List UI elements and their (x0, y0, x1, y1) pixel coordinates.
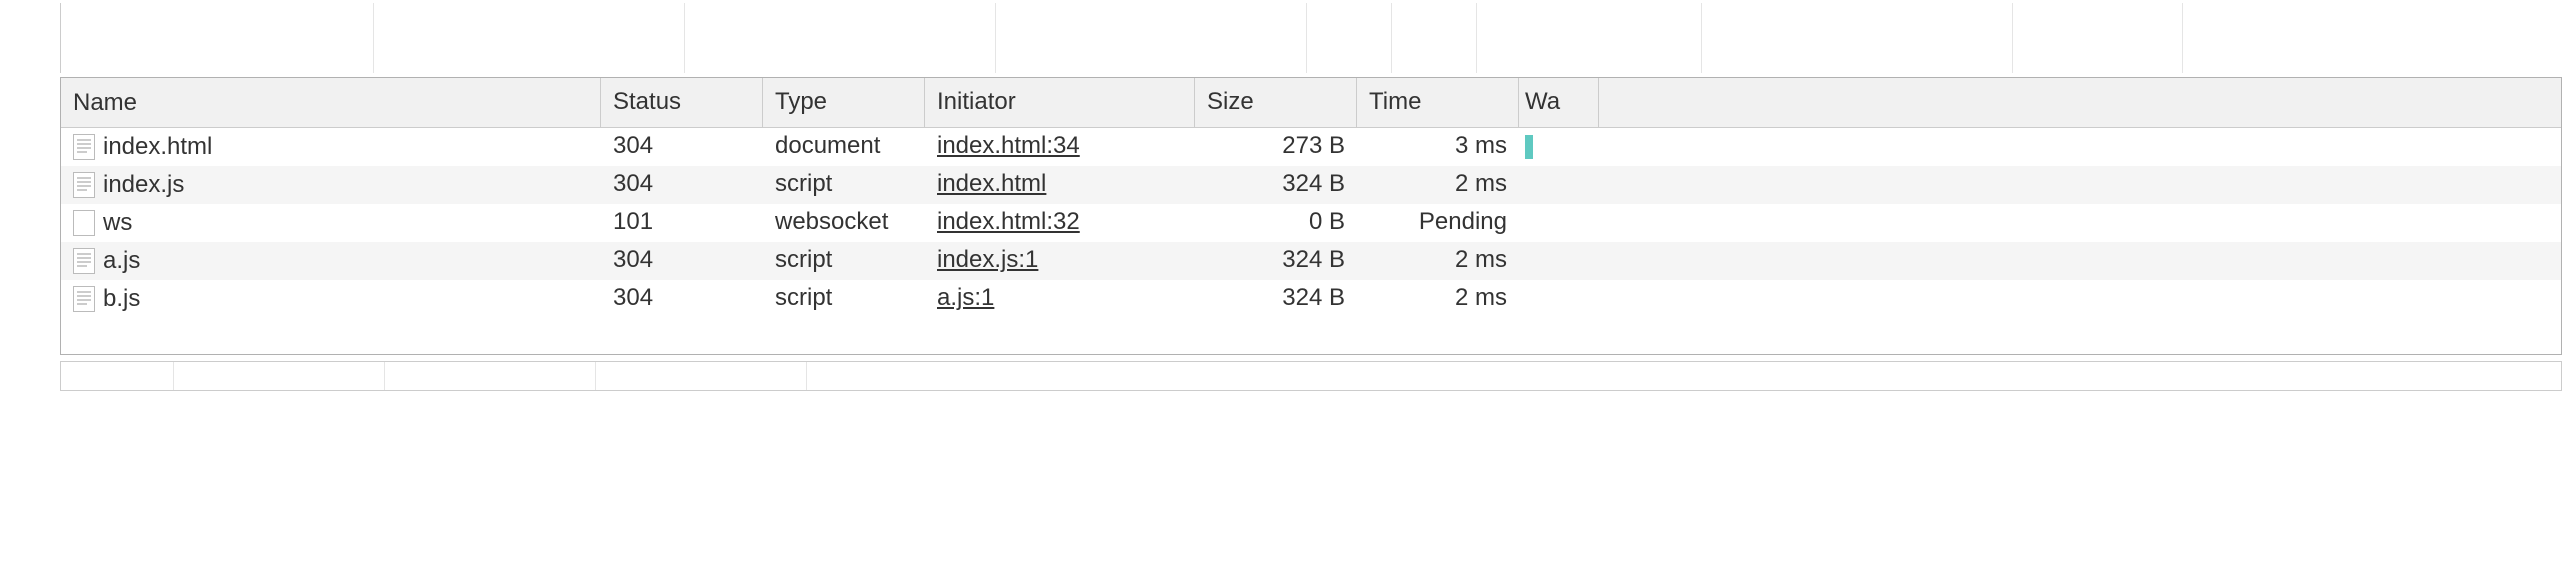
cell-time: Pending (1357, 204, 1519, 242)
waterfall-bar-icon (1525, 135, 1533, 159)
cell-time: 2 ms (1357, 242, 1519, 280)
table-row[interactable]: b.js 304script a.js:1 324 B2 ms (61, 280, 2561, 318)
file-name-label: b.js (103, 285, 140, 313)
timeline-overview-strip[interactable] (60, 3, 2562, 73)
table-row[interactable]: a.js 304script index.js:1 324 B2 ms (61, 242, 2561, 280)
file-doc-icon (73, 172, 95, 198)
cell-size: 273 B (1195, 128, 1357, 166)
cell-initiator: index.html:32 (925, 204, 1195, 242)
file-name-label: a.js (103, 247, 140, 275)
table-row[interactable]: index.html 304document index.html:34 273 B3… (61, 128, 2561, 166)
cell-waterfall (1519, 128, 1599, 166)
cell-name: index.js (61, 166, 601, 204)
cell-name: ws (61, 204, 601, 242)
cell-waterfall (1519, 280, 1599, 318)
file-name-label: index.js (103, 171, 184, 199)
summary-strip (60, 361, 2562, 391)
file-blank-icon (73, 210, 95, 236)
table-header-row: Name Status Type Initiator Size Time Wa (61, 78, 2561, 128)
initiator-link[interactable]: a.js:1 (937, 284, 994, 311)
column-header-time[interactable]: Time (1357, 78, 1519, 127)
cell-type: websocket (763, 204, 925, 242)
table-row[interactable]: ws 101websocket index.html:32 0 BPending (61, 204, 2561, 242)
cell-waterfall (1519, 166, 1599, 204)
cell-time: 2 ms (1357, 280, 1519, 318)
cell-type: document (763, 128, 925, 166)
timeline-segment (1702, 3, 2013, 73)
cell-name: a.js (61, 242, 601, 280)
timeline-segment (685, 3, 996, 73)
column-header-name[interactable]: Name (61, 78, 601, 127)
column-header-size[interactable]: Size (1195, 78, 1357, 127)
cell-initiator: index.html (925, 166, 1195, 204)
cell-status: 304 (601, 280, 763, 318)
column-header-status[interactable]: Status (601, 78, 763, 127)
file-name-label: index.html (103, 133, 212, 161)
cell-type: script (763, 166, 925, 204)
cell-initiator: index.js:1 (925, 242, 1195, 280)
timeline-segment (374, 3, 685, 73)
cell-initiator: a.js:1 (925, 280, 1195, 318)
summary-segment (174, 362, 385, 390)
cell-size: 324 B (1195, 166, 1357, 204)
timeline-segment (1307, 3, 1392, 73)
table-body: index.html304documentindex.html:34273 B3… (61, 128, 2561, 318)
cell-type: script (763, 242, 925, 280)
cell-status: 304 (601, 128, 763, 166)
cell-initiator: index.html:34 (925, 128, 1195, 166)
timeline-segment (1392, 3, 1477, 73)
timeline-segment (996, 3, 1307, 73)
initiator-link[interactable]: index.html:32 (937, 208, 1080, 235)
cell-waterfall (1519, 242, 1599, 280)
cell-status: 304 (601, 166, 763, 204)
initiator-link[interactable]: index.html:34 (937, 132, 1080, 159)
summary-segment (385, 362, 596, 390)
summary-segment (61, 362, 174, 390)
cell-status: 101 (601, 204, 763, 242)
column-header-waterfall[interactable]: Wa (1519, 78, 1599, 127)
cell-name: index.html (61, 128, 601, 166)
file-doc-icon (73, 248, 95, 274)
cell-size: 324 B (1195, 242, 1357, 280)
cell-time: 3 ms (1357, 128, 1519, 166)
timeline-segment (1477, 3, 1702, 73)
cell-size: 324 B (1195, 280, 1357, 318)
file-doc-icon (73, 286, 95, 312)
cell-waterfall (1519, 204, 1599, 242)
network-requests-table: Name Status Type Initiator Size Time Wa … (60, 77, 2562, 355)
table-row[interactable]: index.js 304script index.html 324 B2 ms (61, 166, 2561, 204)
table-footer-empty (61, 318, 2561, 354)
file-name-label: ws (103, 209, 132, 237)
column-header-initiator[interactable]: Initiator (925, 78, 1195, 127)
cell-name: b.js (61, 280, 601, 318)
initiator-link[interactable]: index.js:1 (937, 246, 1038, 273)
cell-size: 0 B (1195, 204, 1357, 242)
column-header-type[interactable]: Type (763, 78, 925, 127)
cell-time: 2 ms (1357, 166, 1519, 204)
summary-segment (596, 362, 807, 390)
cell-type: script (763, 280, 925, 318)
timeline-segment (61, 3, 374, 73)
cell-status: 304 (601, 242, 763, 280)
file-doc-icon (73, 134, 95, 160)
timeline-segment (2013, 3, 2183, 73)
initiator-link[interactable]: index.html (937, 170, 1046, 197)
